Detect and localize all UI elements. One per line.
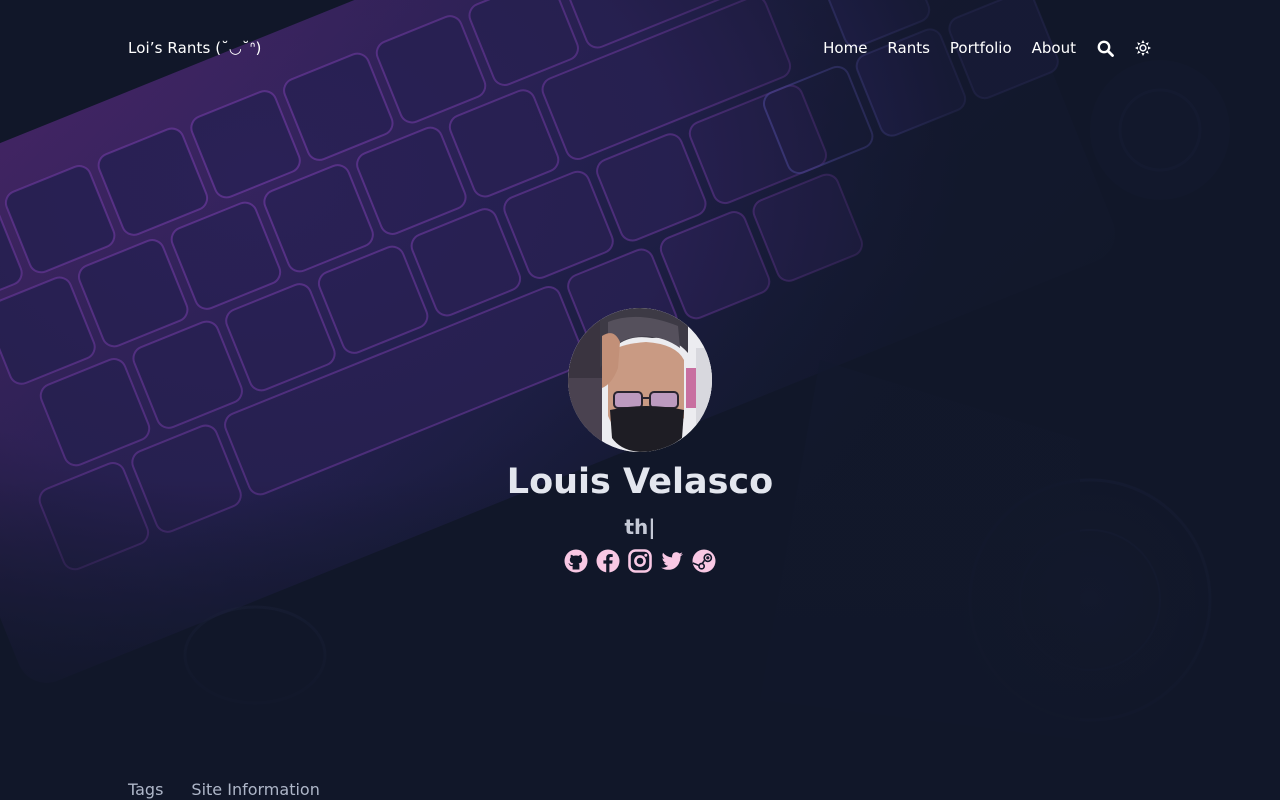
avatar bbox=[568, 308, 712, 452]
nav-item-home[interactable]: Home bbox=[823, 39, 867, 57]
profile-section: Louis Velasco th| bbox=[0, 308, 1280, 573]
site-header: Loi’s Rants (˘◡˘ᐢ) Home Rants Portfolio … bbox=[128, 30, 1152, 66]
footer-link-site-information[interactable]: Site Information bbox=[191, 780, 319, 799]
profile-name: Louis Velasco bbox=[506, 462, 774, 502]
site-logo-link[interactable]: Loi’s Rants (˘◡˘ᐢ) bbox=[128, 39, 261, 57]
social-links bbox=[564, 549, 716, 573]
profile-subtitle: th| bbox=[624, 515, 656, 539]
twitter-icon[interactable] bbox=[660, 549, 684, 573]
nav-item-rants[interactable]: Rants bbox=[887, 39, 930, 57]
instagram-icon[interactable] bbox=[628, 549, 652, 573]
github-icon[interactable] bbox=[564, 549, 588, 573]
nav-item-about[interactable]: About bbox=[1032, 39, 1076, 57]
nav-item-portfolio[interactable]: Portfolio bbox=[950, 39, 1012, 57]
page: Loi’s Rants (˘◡˘ᐢ) Home Rants Portfolio … bbox=[0, 0, 1280, 800]
main-nav: Home Rants Portfolio About bbox=[823, 39, 1152, 57]
facebook-icon[interactable] bbox=[596, 549, 620, 573]
steam-icon[interactable] bbox=[692, 549, 716, 573]
site-footer: Tags Site Information bbox=[128, 780, 320, 799]
footer-link-tags[interactable]: Tags bbox=[128, 780, 163, 799]
sun-icon[interactable] bbox=[1134, 39, 1152, 57]
search-icon[interactable] bbox=[1096, 39, 1114, 57]
